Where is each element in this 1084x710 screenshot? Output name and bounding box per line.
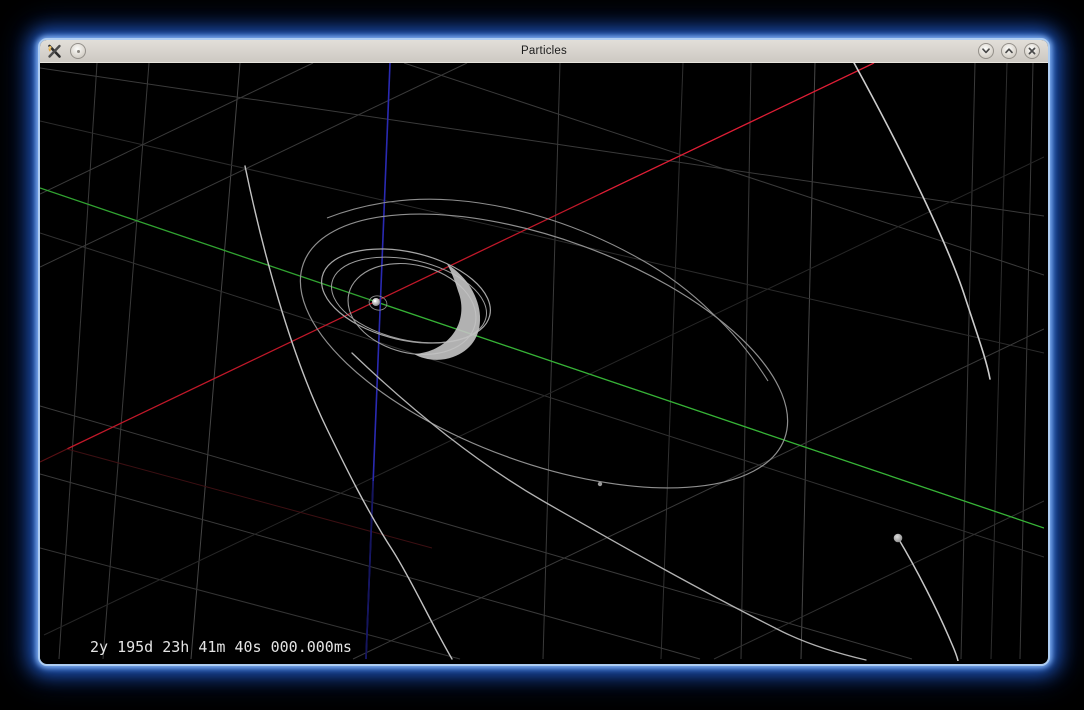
orbit-rings: [299, 198, 789, 489]
screenshot-background: Particles 2y 195d 23h 41m 40s 000.000ms: [0, 0, 1084, 710]
axis-triad: [40, 63, 1044, 660]
trail-arc-bottom: [351, 352, 867, 661]
x-axis-red-bright-tip: [599, 63, 875, 195]
particle-small: [597, 481, 603, 487]
particle-sun-highlight: [373, 299, 377, 303]
shade-window-button[interactable]: [978, 43, 994, 59]
grid-lines: [40, 63, 1044, 660]
trail-arc-right: [853, 63, 991, 380]
particle-scene-canvas[interactable]: [40, 63, 1044, 661]
unshade-window-button[interactable]: [1001, 43, 1017, 59]
chevron-down-icon: [982, 48, 990, 54]
simulation-viewport[interactable]: 2y 195d 23h 41m 40s 000.000ms: [40, 63, 1044, 661]
titlebar[interactable]: Particles: [40, 40, 1048, 63]
particles-window: Particles 2y 195d 23h 41m 40s 000.000ms: [38, 38, 1050, 666]
trail-arc-left: [244, 165, 453, 660]
particle-sun: [372, 298, 380, 306]
orbit-ring-outer: [299, 213, 789, 489]
particles: [372, 298, 903, 543]
chevron-up-icon: [1005, 48, 1013, 54]
window-title: Particles: [521, 45, 567, 57]
close-window-button[interactable]: [1024, 43, 1040, 59]
simulation-time-display: 2y 195d 23h 41m 40s 000.000ms: [90, 638, 352, 656]
particle-large: [893, 533, 903, 543]
orbit-arc-upper: [326, 198, 769, 382]
window-menu-dot-icon: [76, 49, 80, 53]
close-icon: [1028, 47, 1036, 55]
x-axis-red-dark-extension: [40, 448, 68, 463]
window-menu-button[interactable]: [70, 43, 86, 59]
app-icon-crossed-tools: [48, 44, 61, 58]
